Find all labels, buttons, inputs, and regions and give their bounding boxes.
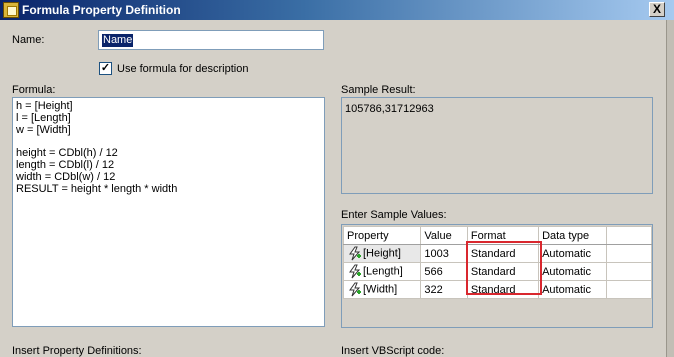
formula-editor[interactable]: h = [Height] l = [Length] w = [Width] he… [12,97,325,327]
formula-icon [3,2,19,18]
use-formula-checkbox[interactable]: ✓ [99,62,112,75]
data-type-cell[interactable]: Automatic [538,280,607,299]
format-cell[interactable]: Standard [466,244,540,263]
sample-result-field: 105786,31712963 [341,97,653,194]
table-row[interactable]: [Height] 1003 Standard Automatic [342,244,653,263]
sample-result-label: Sample Result: [341,84,416,96]
column-header-property[interactable]: Property [342,226,422,245]
formula-line: l = [Length] [16,111,71,124]
value-cell[interactable]: 322 [420,280,468,299]
property-cell[interactable]: [Length] [342,262,422,281]
insert-vbscript-label: Insert VBScript code: [341,345,445,357]
format-cell[interactable]: Standard [466,262,540,281]
column-header-filler [605,226,653,245]
table-row[interactable]: [Length] 566 Standard Automatic [342,262,653,281]
sample-result-value: 105786,31712963 [345,103,434,115]
use-formula-label[interactable]: Use formula for description [117,63,248,75]
column-header-value[interactable]: Value [420,226,468,245]
property-cell[interactable]: [Height] [342,244,422,263]
column-header-data-type[interactable]: Data type [538,226,607,245]
formula-label: Formula: [12,84,56,96]
sample-values-label: Enter Sample Values: [341,209,447,221]
close-button[interactable]: X [649,2,665,17]
format-cell[interactable]: Standard [466,280,540,299]
lightning-icon [349,264,361,279]
table-row[interactable]: [Width] 322 Standard Automatic [342,280,653,299]
column-header-format[interactable]: Format [466,226,540,245]
formula-line: length = CDbl(l) / 12 [16,158,115,171]
lightning-icon [349,246,361,261]
sample-values-table: Property Value Format Data type [Height]… [342,226,653,299]
background-window-edge [666,20,674,357]
table-header-row: Property Value Format Data type [342,226,653,245]
name-label: Name: [12,34,44,46]
formula-line: width = CDbl(w) / 12 [16,170,116,183]
property-name: [Width] [363,283,398,296]
property-name: [Length] [363,265,403,278]
property-name: [Height] [363,247,401,260]
name-label-text: Name: [12,34,45,46]
name-input-value: Name [102,34,134,47]
property-cell[interactable]: [Width] [342,280,422,299]
filler-cell [605,244,653,263]
formula-line: RESULT = height * length * width [16,182,178,195]
lightning-icon [349,282,361,297]
title-bar: Formula Property Definition X [0,0,674,20]
value-cell[interactable]: 1003 [420,244,468,263]
filler-cell [605,280,653,299]
window-title: Formula Property Definition [22,3,181,17]
insert-property-definitions-label: Insert Property Definitions: [12,345,142,357]
name-input[interactable]: Name [98,30,324,50]
formula-line: w = [Width] [16,123,71,136]
filler-cell [605,262,653,281]
data-type-cell[interactable]: Automatic [538,244,607,263]
sample-values-grid[interactable]: Property Value Format Data type [Height]… [341,224,653,328]
value-cell[interactable]: 566 [420,262,468,281]
data-type-cell[interactable]: Automatic [538,262,607,281]
